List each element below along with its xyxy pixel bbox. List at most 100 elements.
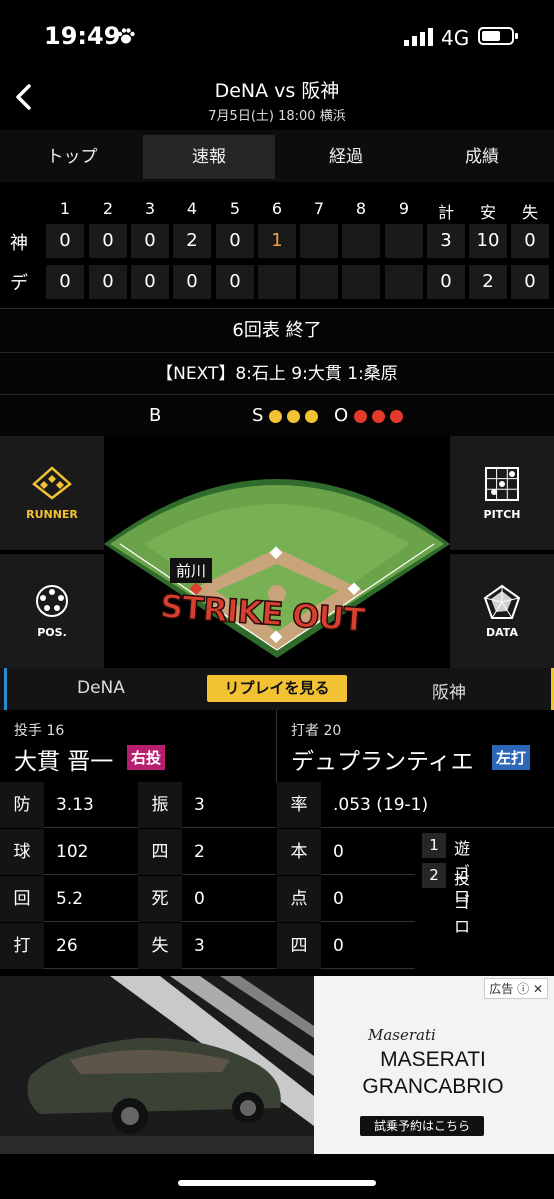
score-cell — [385, 265, 423, 299]
stat-row: 率 .053 (19-1) — [277, 782, 554, 828]
team-switch: DeNA リプレイを見る 阪神 — [0, 668, 554, 710]
pitcher-role: 投手 16 — [14, 723, 65, 739]
signal-icon — [404, 28, 433, 46]
score-cell: 2 — [173, 224, 211, 258]
team-label-dena: デ — [10, 273, 28, 294]
stat-row: 本 0 — [277, 829, 415, 875]
next-batters: 【NEXT】8:石上 9:大貫 1:桑原 — [0, 352, 554, 394]
pitch-button[interactable]: PITCH — [450, 436, 554, 550]
score-cell: 0 — [131, 265, 169, 299]
runner-button[interactable]: RUNNER — [0, 436, 104, 550]
position-label: POS. — [37, 626, 67, 639]
car-ad-image — [0, 976, 314, 1154]
score-cell — [385, 224, 423, 258]
score-cell: 0 — [173, 265, 211, 299]
tab-progress[interactable]: 経過 — [280, 135, 412, 179]
outs-label: O — [334, 405, 349, 426]
total-header: 計 — [437, 203, 454, 222]
score-cell: 0 — [216, 224, 254, 258]
radar-chart-icon — [483, 584, 521, 619]
batter-name: デュプランティエ — [291, 749, 474, 775]
score-cell-current: 1 — [258, 224, 296, 258]
errors-header: 失 — [521, 203, 538, 222]
stat-key: 振 — [138, 782, 182, 828]
ad-headline-2: GRANCABRIO — [362, 1075, 504, 1098]
stat-row: 打 26 失 3 — [0, 923, 276, 969]
score-cell: 0 — [46, 265, 84, 299]
team-dena[interactable]: DeNA — [77, 678, 125, 698]
pitch-label: PITCH — [483, 508, 521, 521]
stat-value: 0 — [333, 842, 344, 862]
stat-value: 3 — [194, 936, 205, 956]
stat-key: 回 — [0, 876, 44, 922]
tab-live[interactable]: 速報 — [143, 135, 275, 179]
stat-row: 防 3.13 振 3 — [0, 782, 276, 828]
stat-row: 点 0 — [277, 876, 415, 922]
stat-row: 回 5.2 死 0 — [0, 876, 276, 922]
stat-value: 0 — [194, 889, 205, 909]
stat-key: 失 — [138, 923, 182, 969]
replay-button[interactable]: リプレイを見る — [207, 675, 347, 702]
ad-tag[interactable]: 広告 ⓘ ✕ — [484, 978, 548, 999]
errors-cell: 0 — [511, 265, 549, 299]
stat-row: 球 102 四 2 — [0, 829, 276, 875]
score-cell: 0 — [46, 224, 84, 258]
battery-icon — [478, 27, 518, 45]
hits-cell: 10 — [469, 224, 507, 258]
page-title: DeNA vs 阪神 — [214, 80, 340, 102]
paw-icon — [117, 28, 135, 44]
position-button[interactable]: POS. — [0, 554, 104, 668]
stat-value: 5.2 — [56, 889, 84, 909]
score-cell: 0 — [89, 224, 127, 258]
stat-value: 0 — [333, 889, 344, 909]
inning-header: 2 — [102, 199, 114, 218]
home-indicator[interactable] — [178, 1180, 376, 1186]
ad-headline-1: MASERATI — [380, 1048, 486, 1071]
stat-row: 四 0 — [277, 923, 415, 969]
stat-value: 3.13 — [56, 795, 94, 815]
score-cell: 0 — [89, 265, 127, 299]
data-button[interactable]: DATA — [450, 554, 554, 668]
hits-header: 安 — [479, 203, 496, 222]
brand-logo: Maserati — [368, 1026, 436, 1044]
data-label: DATA — [486, 626, 518, 639]
status-bar: 19:49 4G — [0, 0, 554, 70]
stat-key: 率 — [277, 782, 321, 828]
tab-stats[interactable]: 成績 — [416, 135, 548, 179]
inning-header: 9 — [398, 199, 410, 218]
balls-label: B — [149, 405, 162, 426]
stat-value: 0 — [333, 936, 344, 956]
strike-dot — [305, 410, 318, 423]
hits-cell: 2 — [469, 265, 507, 299]
pitch-grid-icon — [485, 467, 519, 501]
field-view: RUNNER POS. PITCH DATA 前川 STRIKE OUT — [0, 436, 554, 668]
strike-dot — [287, 410, 300, 423]
inning-status: 6回表 終了 — [0, 308, 554, 352]
score-cell: 0 — [216, 265, 254, 299]
stat-key: 四 — [138, 829, 182, 875]
at-bat-result: 投ゴロ — [454, 869, 471, 936]
inning-header: 4 — [186, 199, 198, 218]
batter-card: 打者 20 デュプランティエ 左打 — [277, 710, 554, 782]
score-cell — [342, 265, 380, 299]
ad-banner[interactable]: 広告 ⓘ ✕ Maserati MASERATI GRANCABRIO 試乗予約… — [0, 976, 554, 1154]
pitcher-card: 投手 16 大貫 晋一 右投 — [0, 710, 276, 782]
ad-label: 広告 — [489, 982, 514, 996]
total-cell: 3 — [427, 224, 465, 258]
runner-label: RUNNER — [26, 508, 78, 521]
nav-header: DeNA vs 阪神 7月5日(土) 18:00 横浜 — [0, 70, 554, 128]
at-bat-number: 1 — [422, 833, 446, 858]
runner-name-tag: 前川 — [170, 558, 213, 583]
network-type: 4G — [441, 26, 470, 50]
stat-value: 3 — [194, 795, 205, 815]
stat-key: 本 — [277, 829, 321, 875]
ad-cta-button[interactable]: 試乗予約はこちら — [360, 1116, 484, 1136]
tab-bar: トップ 速報 経過 成績 — [0, 130, 554, 182]
strikes-label: S — [252, 405, 264, 426]
team-label-hanshin: 神 — [10, 233, 28, 254]
dena-color-strip — [4, 668, 7, 710]
score-cell — [258, 265, 296, 299]
tab-top[interactable]: トップ — [6, 135, 138, 179]
team-hanshin[interactable]: 阪神 — [432, 678, 466, 703]
out-dot — [354, 410, 367, 423]
